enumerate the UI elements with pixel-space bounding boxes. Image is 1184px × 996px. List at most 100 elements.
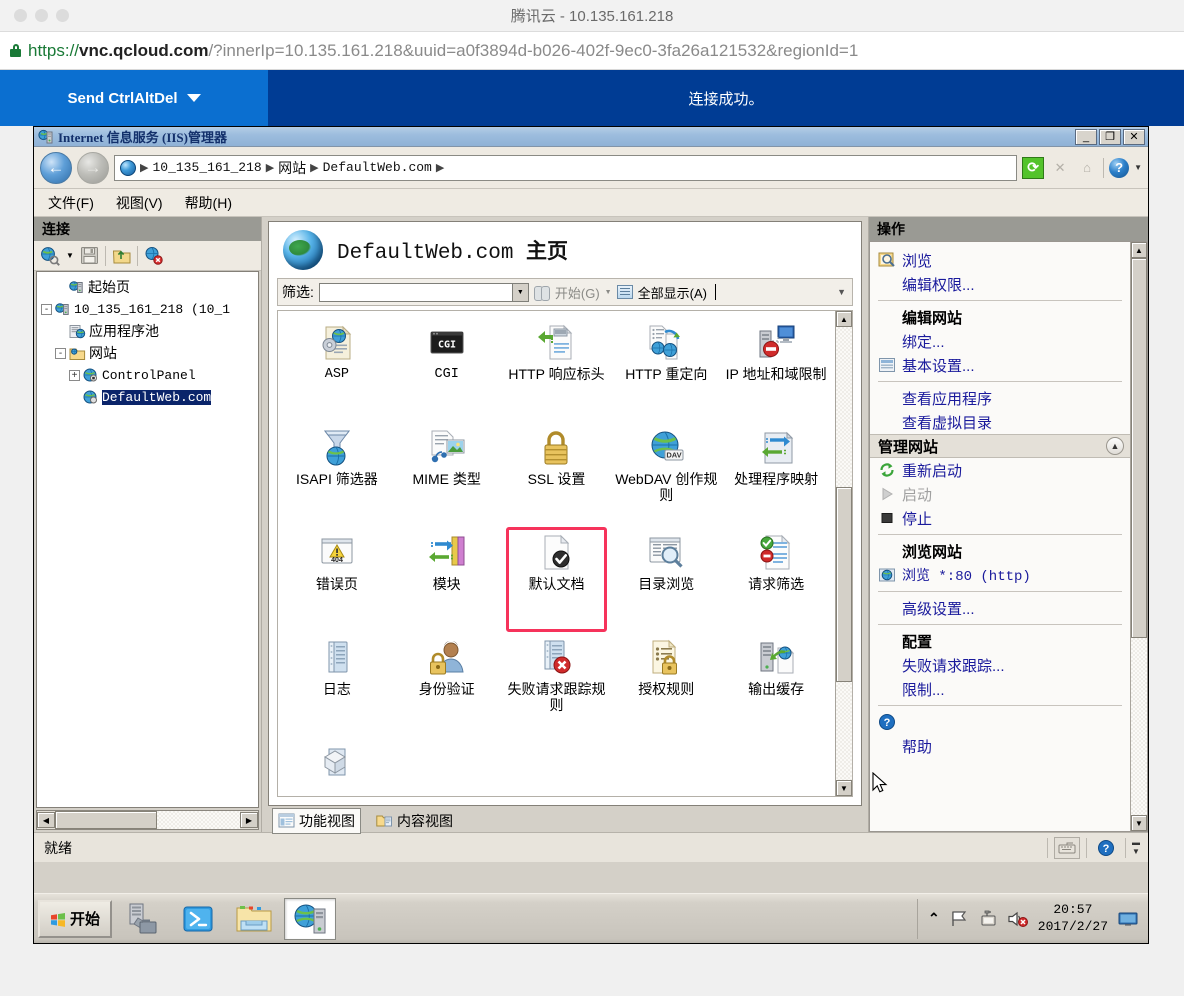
feature-modules[interactable]: 模块	[392, 527, 502, 632]
breadcrumb[interactable]: ▶ 10_135_161_218 ▶ 网站 ▶ DefaultWeb.com ▶	[114, 154, 1018, 181]
action-view-applications[interactable]: 查看应用程序	[870, 386, 1130, 410]
taskbar-item-iis-manager[interactable]	[284, 897, 336, 940]
tree-item-start-page[interactable]: 起始页	[37, 276, 258, 298]
feature-authentication[interactable]: 身份验证	[392, 632, 502, 737]
menu-help[interactable]: 帮助(H)	[185, 193, 232, 213]
forward-button[interactable]: →	[77, 151, 109, 184]
taskbar-clock[interactable]: 20:57 2017/2/27	[1038, 902, 1108, 935]
tree-item-server[interactable]: - 10_135_161_218 (10_1	[37, 298, 258, 320]
window-controls[interactable]: _ ❐ ✕	[1075, 128, 1148, 145]
scroll-down-button[interactable]: ▼	[836, 780, 852, 796]
connections-tree[interactable]: 起始页 - 10_135_161_218 (10_1 应用程序池 - 网站 + …	[36, 271, 259, 808]
scroll-thumb[interactable]	[1131, 258, 1147, 638]
scroll-left-button[interactable]: ◀	[37, 812, 55, 828]
scroll-right-button[interactable]: ▶	[240, 812, 258, 828]
home-icon[interactable]: ⌂	[1076, 157, 1098, 179]
actions-panel[interactable]: 浏览 编辑权限... 编辑网站 绑定... 基本设置... 查看应用程序 查看虚…	[869, 241, 1148, 832]
tree-collapse-toggle[interactable]: -	[41, 303, 52, 315]
tree-expand-toggle[interactable]: +	[69, 369, 80, 381]
taskbar-item-powershell[interactable]	[172, 898, 224, 940]
nav-icon-group[interactable]: ⟳ ✕ ⌂ ? ▼	[1022, 156, 1142, 179]
action-basic-settings[interactable]: 基本设置...	[870, 353, 1130, 377]
tree-item-controlpanel[interactable]: + ControlPanel	[37, 364, 258, 386]
chevron-down-icon[interactable]: ▼	[511, 283, 528, 301]
breadcrumb-item-sites[interactable]: 网站	[278, 158, 306, 178]
show-all-button[interactable]: 全部显示(A)	[638, 283, 707, 302]
action-view-virtual-directories[interactable]: 查看虚拟目录	[870, 410, 1130, 434]
feature-request-filtering[interactable]: 请求筛选	[721, 527, 831, 632]
scroll-track[interactable]	[55, 811, 240, 829]
view-tabs[interactable]: 功能视图 内容视图	[268, 806, 862, 834]
feature-handler-mappings[interactable]: 处理程序映射	[721, 422, 831, 527]
feature-logging[interactable]: 日志	[282, 632, 392, 737]
feature-isapi-filters[interactable]: ISAPI 筛选器	[282, 422, 392, 527]
action-browse-site-80[interactable]: 浏览 *:80 (http)	[870, 563, 1130, 587]
import-connections-icon[interactable]	[112, 246, 131, 265]
binoculars-icon[interactable]	[533, 285, 550, 301]
filter-input[interactable]: ▼	[318, 282, 529, 302]
menu-view[interactable]: 视图(V)	[116, 193, 163, 213]
scroll-up-button[interactable]: ▲	[1131, 242, 1147, 258]
stop-icon[interactable]: ✕	[1049, 157, 1071, 179]
connect-to-server-icon[interactable]	[40, 246, 60, 266]
show-hidden-icons-icon[interactable]: ⌃	[928, 910, 940, 927]
connections-toolbar[interactable]: ▼	[34, 241, 261, 271]
actions-group-manage-site[interactable]: 管理网站 ▲	[870, 434, 1130, 458]
action-stop[interactable]: 停止	[870, 506, 1130, 530]
url-text[interactable]: https://vnc.qcloud.com/?innerIp=10.135.1…	[28, 41, 858, 61]
scroll-thumb[interactable]	[836, 487, 852, 682]
action-restart[interactable]: 重新启动	[870, 458, 1130, 482]
feature-cgi[interactable]: CGI CGI	[392, 317, 502, 422]
tree-item-app-pools[interactable]: 应用程序池	[37, 320, 258, 342]
filter-toolbar[interactable]: 筛选: ▼ 开始(G) ▼ 全部显示(A) ▼	[277, 278, 853, 306]
filter-overflow-icon[interactable]: ▼	[837, 287, 848, 297]
status-resize-grip[interactable]: ▬ ▼	[1132, 838, 1144, 857]
actions-vertical-scrollbar[interactable]: ▲ ▼	[1130, 242, 1147, 831]
scroll-up-button[interactable]: ▲	[836, 311, 852, 327]
filter-go-button[interactable]: 开始(G)	[555, 283, 600, 302]
send-ctrl-alt-del-button[interactable]: Send CtrlAltDel	[0, 70, 268, 126]
scroll-track[interactable]	[1131, 258, 1147, 815]
minimize-button[interactable]: _	[1075, 128, 1097, 145]
action-bindings[interactable]: 绑定...	[870, 329, 1130, 353]
delete-connection-icon[interactable]	[144, 246, 163, 265]
scroll-track[interactable]	[836, 327, 852, 780]
taskbar-item-file-explorer[interactable]	[228, 898, 280, 940]
features-grid[interactable]: ASP CGI CGI HTTP 响应标头 HTTP 重定向 IP 地址和域限制…	[278, 311, 835, 796]
chevron-down-icon[interactable]: ▼	[605, 289, 612, 296]
feature-ip-restrictions[interactable]: IP 地址和域限制	[721, 317, 831, 422]
tree-horizontal-scrollbar[interactable]: ◀ ▶	[36, 810, 259, 830]
chevron-up-icon[interactable]: ▲	[1106, 437, 1124, 455]
tab-content-view[interactable]: 内容视图	[371, 809, 458, 833]
feature-directory-browsing[interactable]: 目录浏览	[611, 527, 721, 632]
feature-authorization-rules[interactable]: 授权规则	[611, 632, 721, 737]
chevron-down-icon[interactable]: ▼	[1134, 163, 1142, 172]
windows-taskbar[interactable]: 开始 ⌃ 20:57 2017/2/27	[34, 893, 1148, 943]
tree-item-defaultweb[interactable]: DefaultWeb.com	[37, 386, 258, 408]
feature-configuration-editor[interactable]	[282, 737, 392, 796]
action-edit-permissions[interactable]: 编辑权限...	[870, 272, 1130, 296]
feature-error-pages[interactable]: 404 错误页	[282, 527, 392, 632]
actions-list[interactable]: 浏览 编辑权限... 编辑网站 绑定... 基本设置... 查看应用程序 查看虚…	[870, 242, 1130, 831]
action-start[interactable]: 启动	[870, 482, 1130, 506]
close-button[interactable]: ✕	[1123, 128, 1145, 145]
feature-webdav-authoring[interactable]: DAV WebDAV 创作规则	[611, 422, 721, 527]
feature-ssl-settings[interactable]: SSL 设置	[502, 422, 612, 527]
action-failed-request-tracing[interactable]: 失败请求跟踪...	[870, 653, 1130, 677]
scroll-thumb[interactable]	[55, 811, 157, 829]
action-center-flag-icon[interactable]	[949, 910, 969, 928]
feature-http-redirect[interactable]: HTTP 重定向	[611, 317, 721, 422]
iis-menubar[interactable]: 文件(F) 视图(V) 帮助(H)	[34, 189, 1148, 217]
back-button[interactable]: ←	[40, 151, 72, 184]
start-button[interactable]: 开始	[38, 899, 112, 938]
feature-default-document[interactable]: 默认文档	[505, 527, 608, 632]
action-online-help[interactable]: 帮助	[870, 734, 1130, 758]
network-icon[interactable]	[978, 910, 998, 928]
help-icon[interactable]: ?	[1093, 837, 1119, 859]
restore-button[interactable]: ❐	[1099, 128, 1121, 145]
breadcrumb-item-server[interactable]: 10_135_161_218	[152, 160, 261, 175]
show-desktop-icon[interactable]	[1117, 910, 1139, 928]
scroll-down-button[interactable]: ▼	[1131, 815, 1147, 831]
system-tray[interactable]: ⌃ 20:57 2017/2/27	[917, 898, 1144, 939]
tab-features-view[interactable]: 功能视图	[272, 807, 361, 834]
